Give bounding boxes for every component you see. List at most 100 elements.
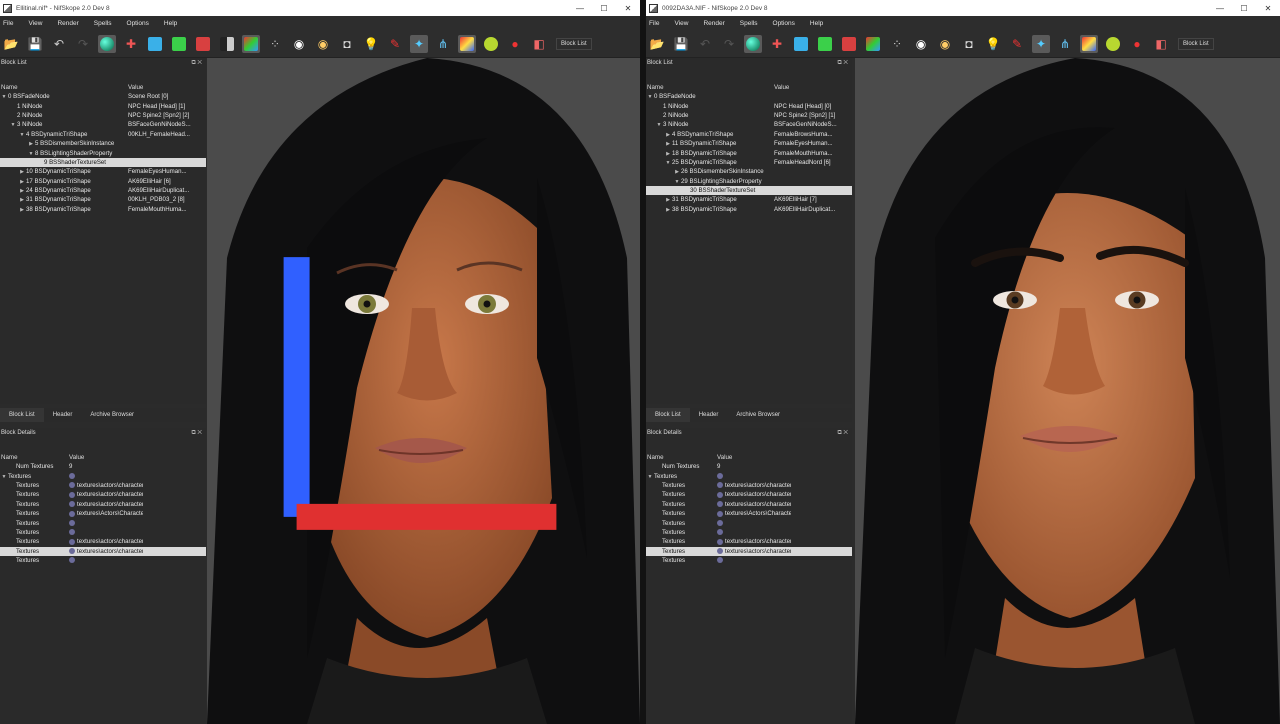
texture-link-icon[interactable] xyxy=(717,472,723,479)
details-row[interactable]: Textures textures\actors\character\Katana… xyxy=(646,481,852,490)
eye-icon[interactable]: ◉ xyxy=(912,35,930,53)
texture-link-icon[interactable] xyxy=(69,538,75,545)
tree-row[interactable]: 1 NiNode NPC Head [Head] [1] xyxy=(0,101,206,110)
node-icon[interactable]: ⋔ xyxy=(1056,35,1074,53)
tree-row[interactable]: ▼ 4 BSDynamicTriShape 00KLH_FemaleHead... xyxy=(0,130,206,139)
eye-alt-icon[interactable]: ◉ xyxy=(936,35,954,53)
eye-icon[interactable]: ◉ xyxy=(290,35,308,53)
column-name[interactable]: Name xyxy=(0,454,69,461)
details-row[interactable]: ▼ Textures xyxy=(646,471,852,480)
texture-link-icon[interactable] xyxy=(717,482,723,489)
undo-icon[interactable]: ↶ xyxy=(50,35,68,53)
texture-link-icon[interactable] xyxy=(717,529,723,536)
menu-options[interactable]: Options xyxy=(773,20,795,27)
collapse-arrow-icon[interactable]: ▼ xyxy=(646,474,654,480)
expand-arrow-icon[interactable]: ▶ xyxy=(18,197,26,203)
expand-arrow-icon[interactable]: ▶ xyxy=(18,169,26,175)
dock-buttons[interactable]: ⧉ ✕ xyxy=(837,430,852,437)
render-viewport[interactable] xyxy=(855,58,1280,724)
block-list-button[interactable]: Block List xyxy=(556,37,592,50)
details-row[interactable]: Textures textures\actors\character\Katana… xyxy=(0,546,206,556)
node-icon[interactable]: ⋔ xyxy=(434,35,452,53)
menu-help[interactable]: Help xyxy=(164,20,177,27)
texture-link-icon[interactable] xyxy=(717,519,723,526)
tree-row[interactable]: 2 NiNode NPC Spine2 [Spn2] [1] xyxy=(646,111,852,120)
details-row[interactable]: ▼ Textures xyxy=(0,471,206,480)
texture-link-icon[interactable] xyxy=(69,510,75,517)
texture-icon[interactable] xyxy=(1080,34,1098,53)
tree-row[interactable]: ▼ 8 BSLightingShaderProperty xyxy=(0,148,206,157)
cube-blue-icon[interactable] xyxy=(792,35,810,53)
menu-help[interactable]: Help xyxy=(810,20,823,27)
menu-spells[interactable]: Spells xyxy=(94,20,112,27)
eraser-icon[interactable]: ◧ xyxy=(1152,35,1170,53)
dock-buttons[interactable]: ⧉ ✕ xyxy=(191,60,206,67)
tools-icon[interactable]: ✚ xyxy=(768,35,786,53)
tab-archive-browser[interactable]: Archive Browser xyxy=(81,408,143,422)
tree-row[interactable]: ▶ 24 BSDynamicTriShape AK69ElliHairDuplica… xyxy=(0,186,206,195)
save-icon[interactable]: 💾 xyxy=(26,35,44,53)
minimize-icon[interactable]: — xyxy=(568,4,592,13)
cube-half-icon[interactable] xyxy=(218,35,236,53)
tree-row[interactable]: ▶ 17 BSDynamicTriShape AK69ElliHair [6] xyxy=(0,177,206,186)
load-icon[interactable]: 📂 xyxy=(648,35,666,53)
menu-view[interactable]: View xyxy=(28,20,42,27)
details-row[interactable]: Textures textures\actors\character\FaceGe… xyxy=(0,537,206,546)
details-row[interactable]: Textures textures\actors\character\Katana… xyxy=(646,500,852,509)
dock-buttons[interactable]: ⧉ ✕ xyxy=(837,60,852,67)
expand-arrow-icon[interactable]: ▶ xyxy=(673,169,681,175)
cube-colored-icon[interactable] xyxy=(864,35,882,53)
column-value[interactable]: Value xyxy=(717,454,732,461)
save-icon[interactable]: 💾 xyxy=(672,35,690,53)
details-row[interactable]: Textures textures\actors\character\Katana… xyxy=(0,490,206,499)
marker-icon[interactable]: ● xyxy=(506,35,524,53)
details-row[interactable]: Num Textures 9 xyxy=(646,462,852,471)
details-row[interactable]: Textures textures\actors\character\Katana… xyxy=(0,481,206,490)
expand-arrow-icon[interactable]: ▶ xyxy=(664,197,672,203)
expand-arrow-icon[interactable]: ▶ xyxy=(18,207,26,213)
cube-colored-icon[interactable] xyxy=(242,34,260,53)
details-row[interactable]: Num Textures 9 xyxy=(0,462,206,471)
tree-row[interactable]: ▶ 18 BSDynamicTriShape FemaleMouthHuma... xyxy=(646,148,852,157)
tab-archive-browser[interactable]: Archive Browser xyxy=(727,408,789,422)
marker-icon[interactable]: ● xyxy=(1128,35,1146,53)
close-icon[interactable]: ✕ xyxy=(616,4,640,13)
maximize-icon[interactable]: ☐ xyxy=(1232,4,1256,13)
camera-icon[interactable]: ◘ xyxy=(338,35,356,53)
column-value[interactable]: Value xyxy=(774,84,789,91)
texture-link-icon[interactable] xyxy=(717,557,723,564)
cube-red-icon[interactable] xyxy=(194,35,212,53)
tree-row[interactable]: ▼ 25 BSDynamicTriShape FemaleHeadNord [6] xyxy=(646,158,852,167)
sphere-icon[interactable] xyxy=(1104,35,1122,53)
cube-green-icon[interactable] xyxy=(816,35,834,53)
maximize-icon[interactable]: ☐ xyxy=(592,4,616,13)
details-row[interactable]: Textures textures\Actors\Character\Male\B… xyxy=(0,509,206,518)
tab-header[interactable]: Header xyxy=(44,408,82,422)
expand-arrow-icon[interactable]: ▶ xyxy=(664,141,672,147)
details-row[interactable]: Textures xyxy=(0,528,206,537)
cube-red-icon[interactable] xyxy=(840,35,858,53)
tree-row[interactable]: ▼ 29 BSLightingShaderProperty xyxy=(646,177,852,186)
expand-arrow-icon[interactable]: ▶ xyxy=(18,188,26,194)
dock-buttons[interactable]: ⧉ ✕ xyxy=(191,430,206,437)
tab-header[interactable]: Header xyxy=(690,408,728,422)
camera-icon[interactable]: ◘ xyxy=(960,35,978,53)
tree-row[interactable]: ▶ 10 BSDynamicTriShape FemaleEyesHuman... xyxy=(0,167,206,176)
texture-link-icon[interactable] xyxy=(717,491,723,498)
tree-row[interactable]: ▶ 26 BSDismemberSkinInstance xyxy=(646,167,852,176)
collapse-arrow-icon[interactable]: ▼ xyxy=(646,94,654,100)
tree-row[interactable]: ▶ 4 BSDynamicTriShape FemaleBrowsHuma... xyxy=(646,130,852,139)
tree-row[interactable]: ▶ 5 BSDismemberSkinInstance xyxy=(0,139,206,148)
texture-link-icon[interactable] xyxy=(69,557,75,564)
redo-icon[interactable]: ↷ xyxy=(74,35,92,53)
tree-row[interactable]: ▼ 3 NiNode BSFaceGenNiNodeS... xyxy=(646,120,852,129)
cube-green-icon[interactable] xyxy=(170,35,188,53)
menu-spells[interactable]: Spells xyxy=(740,20,758,27)
expand-arrow-icon[interactable]: ▶ xyxy=(664,132,672,138)
tree-row[interactable]: 9 BSShaderTextureSet xyxy=(0,157,206,168)
expand-arrow-icon[interactable]: ▶ xyxy=(18,179,26,185)
expand-arrow-icon[interactable]: ▶ xyxy=(27,141,35,147)
texture-link-icon[interactable] xyxy=(69,548,75,555)
tree-row[interactable]: ▼ 3 NiNode BSFaceGenNiNodeS... xyxy=(0,120,206,129)
menu-render[interactable]: Render xyxy=(703,20,724,27)
